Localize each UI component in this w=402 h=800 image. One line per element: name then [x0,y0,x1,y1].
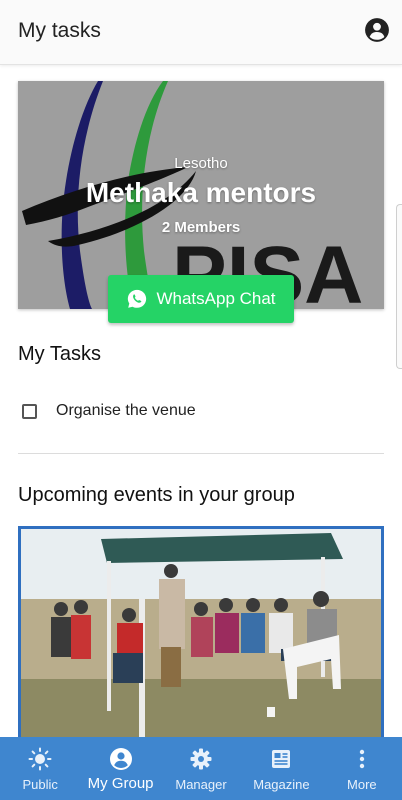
nav-item-public[interactable]: Public [0,737,80,800]
nav-label-more: More [347,777,377,792]
whatsapp-icon [128,289,147,308]
whatsapp-chat-label: WhatsApp Chat [156,289,276,308]
nav-label-manager: Manager [175,777,227,792]
nav-label-magazine: Magazine [253,777,310,792]
account-circle-icon[interactable] [364,17,390,43]
nav-label-my-group: My Group [87,775,154,792]
content-scroll[interactable]: PISA Lesotho Methaka mentors 2 Members W… [0,65,402,737]
page-title: My tasks [18,19,101,42]
account-circle-icon [109,748,132,770]
my-tasks-heading: My Tasks [18,343,101,365]
scroll-indicator [396,204,402,369]
event-photo [21,529,381,737]
nav-item-more[interactable]: More [322,737,402,800]
bottom-navigation: Public My Group Manager Magazine More [0,737,402,800]
gear-icon [190,748,212,770]
upcoming-events-heading: Upcoming events in your group [18,484,295,506]
event-card[interactable] [18,526,384,737]
nav-item-manager[interactable]: Manager [161,737,241,800]
section-divider [18,453,384,454]
nav-label-public: Public [22,777,58,792]
task-item[interactable]: Organise the venue [22,402,196,420]
task-label: Organise the venue [56,402,196,419]
sun-icon [28,747,52,771]
whatsapp-chat-button[interactable]: WhatsApp Chat [108,275,294,323]
group-members-count: 2 Members [161,219,241,236]
nav-item-my-group[interactable]: My Group [80,737,160,800]
app-bar: My tasks [0,0,402,65]
nav-item-magazine[interactable]: Magazine [241,737,321,800]
newspaper-icon [272,750,291,768]
group-country: Lesotho [174,155,228,172]
more-vertical-icon [359,749,365,769]
task-checkbox[interactable] [22,403,37,419]
group-name: Methaka mentors [85,177,317,208]
